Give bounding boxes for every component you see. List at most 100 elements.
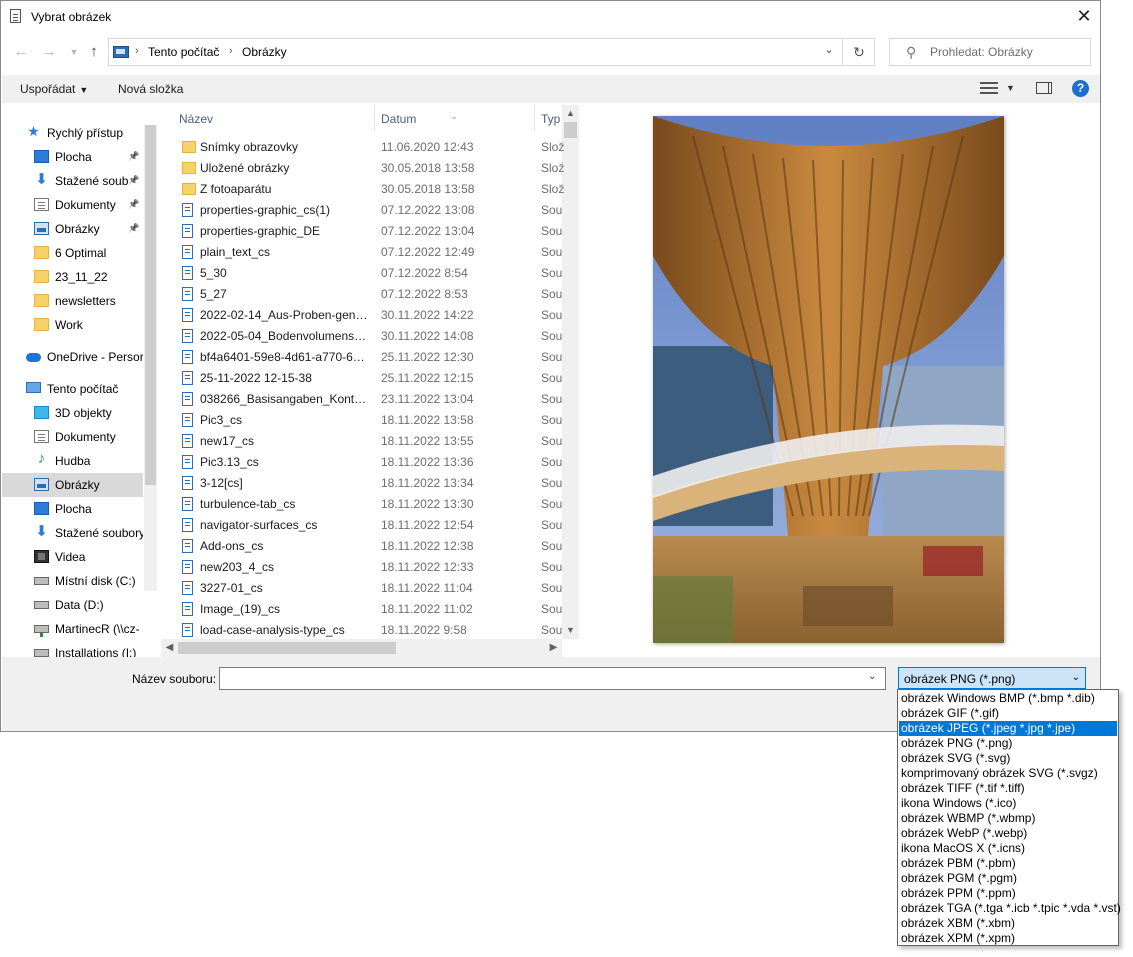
- file-row[interactable]: 3227-01_cs 18.11.2022 11:04 Sou: [179, 577, 565, 598]
- nav-item[interactable]: Work: [2, 313, 143, 337]
- nav-item[interactable]: Data (D:): [2, 593, 143, 617]
- filetype-option[interactable]: obrázek PBM (*.pbm): [899, 856, 1117, 871]
- filetype-option[interactable]: obrázek TGA (*.tga *.icb *.tpic *.vda *.…: [899, 901, 1121, 916]
- file-row[interactable]: 5_30 07.12.2022 8:54 Sou: [179, 262, 565, 283]
- file-row[interactable]: 5_27 07.12.2022 8:53 Sou: [179, 283, 565, 304]
- new-folder-button[interactable]: Nová složka: [118, 82, 183, 96]
- nav-item[interactable]: 23_11_22: [2, 265, 143, 289]
- column-header-date[interactable]: Datum ⌄: [381, 105, 535, 131]
- chevron-right-icon[interactable]: ›: [135, 45, 139, 57]
- search-input[interactable]: ⚲ Prohledat: Obrázky: [889, 38, 1091, 66]
- filetype-option[interactable]: obrázek XBM (*.xbm): [899, 916, 1117, 931]
- filetype-option[interactable]: obrázek PPM (*.ppm): [899, 886, 1117, 901]
- nav-item[interactable]: newsletters: [2, 289, 143, 313]
- nav-item[interactable]: ⬇ Stažené soub 📌: [2, 169, 143, 193]
- nav-item[interactable]: Obrázky: [2, 473, 143, 497]
- file-row[interactable]: load-case-analysis-type_cs 18.11.2022 9:5…: [179, 619, 565, 640]
- filetype-option[interactable]: obrázek TIFF (*.tif *.tiff): [899, 781, 1117, 796]
- filetype-option[interactable]: obrázek Windows BMP (*.bmp *.dib): [899, 691, 1117, 706]
- file-row[interactable]: 2022-02-14_Aus-Proben-gene... 30.11.2022 …: [179, 304, 565, 325]
- file-row[interactable]: bf4a6401-59e8-4d61-a770-634... 25.11.2022…: [179, 346, 565, 367]
- nav-item[interactable]: Dokumenty 📌: [2, 193, 143, 217]
- scroll-up-icon[interactable]: ▲: [562, 105, 579, 122]
- file-row[interactable]: Pic3_cs 18.11.2022 13:58 Sou: [179, 409, 565, 430]
- file-row[interactable]: properties-graphic_DE 07.12.2022 13:04 Sou: [179, 220, 565, 241]
- file-row[interactable]: plain_text_cs 07.12.2022 12:49 Sou: [179, 241, 565, 262]
- filetype-option[interactable]: komprimovaný obrázek SVG (*.svgz): [899, 766, 1117, 781]
- column-divider[interactable]: [374, 105, 375, 131]
- nav-item-label: Installations (I:): [55, 646, 137, 657]
- back-button[interactable]: ←: [10, 41, 32, 63]
- nav-item[interactable]: Plocha: [2, 497, 143, 521]
- nav-item[interactable]: OneDrive - Persor: [2, 345, 143, 369]
- address-history-button[interactable]: ⌄: [820, 43, 838, 56]
- file-row[interactable]: Pic3.13_cs 18.11.2022 13:36 Sou: [179, 451, 565, 472]
- file-row[interactable]: new17_cs 18.11.2022 13:55 Sou: [179, 430, 565, 451]
- file-type: Sou: [541, 392, 563, 406]
- chevron-right-icon[interactable]: ›: [229, 45, 233, 57]
- folder-row[interactable]: Snímky obrazovky 11.06.2020 12:43 Slož: [179, 136, 565, 157]
- column-header-name[interactable]: Název: [179, 105, 375, 131]
- recent-locations-button[interactable]: ▼: [63, 41, 85, 63]
- help-icon[interactable]: ?: [1072, 80, 1089, 97]
- breadcrumb-this-pc[interactable]: Tento počítač: [148, 45, 219, 59]
- column-header-type[interactable]: Typ: [541, 105, 563, 131]
- filename-input[interactable]: [219, 667, 886, 690]
- filetype-option[interactable]: obrázek WBMP (*.wbmp): [899, 811, 1117, 826]
- filetype-option[interactable]: obrázek SVG (*.svg): [899, 751, 1117, 766]
- filetype-option[interactable]: ikona MacOS X (*.icns): [899, 841, 1117, 856]
- nav-item[interactable]: Místní disk (C:): [2, 569, 143, 593]
- filetype-option[interactable]: obrázek GIF (*.gif): [899, 706, 1117, 721]
- scrollbar-thumb[interactable]: [564, 122, 577, 138]
- address-bar[interactable]: › Tento počítač › Obrázky ⌄ ↻: [108, 38, 875, 66]
- view-options-icon[interactable]: [980, 82, 998, 95]
- chevron-down-icon[interactable]: ⌄: [868, 671, 876, 682]
- folder-row[interactable]: Z fotoaparátu 30.05.2018 13:58 Slož: [179, 178, 565, 199]
- scrollbar-thumb[interactable]: [178, 642, 396, 654]
- scrollbar-thumb[interactable]: [145, 125, 156, 485]
- file-row[interactable]: 25-11-2022 12-15-38 25.11.2022 12:15 Sou: [179, 367, 565, 388]
- nav-item[interactable]: Videa: [2, 545, 143, 569]
- filetype-option[interactable]: obrázek PNG (*.png): [899, 736, 1117, 751]
- folder-row[interactable]: Uložené obrázky 30.05.2018 13:58 Slož: [179, 157, 565, 178]
- filetype-option[interactable]: obrázek WebP (*.webp): [899, 826, 1117, 841]
- file-row[interactable]: 038266_Basisangaben_Kontex... 23.11.2022 …: [179, 388, 565, 409]
- preview-pane-icon[interactable]: [1036, 82, 1052, 94]
- nav-item[interactable]: Plocha 📌: [2, 145, 143, 169]
- file-row[interactable]: 2022-05-04_Bodenvolumensa... 30.11.2022 1…: [179, 325, 565, 346]
- column-divider[interactable]: [534, 105, 535, 131]
- filetype-option[interactable]: ikona Windows (*.ico): [899, 796, 1117, 811]
- nav-item[interactable]: Tento počítač: [2, 377, 143, 401]
- file-row[interactable]: 3-12[cs] 18.11.2022 13:34 Sou: [179, 472, 565, 493]
- filetype-select[interactable]: obrázek PNG (*.png) ⌄: [898, 667, 1086, 689]
- scroll-left-icon[interactable]: ◀: [161, 639, 178, 657]
- nav-item[interactable]: ⬇ Stažené soubory: [2, 521, 143, 545]
- caret-down-icon[interactable]: ▼: [1006, 83, 1015, 93]
- organize-button[interactable]: Uspořádat ▼: [20, 82, 88, 96]
- nav-item[interactable]: 3D objekty: [2, 401, 143, 425]
- scroll-right-icon[interactable]: ▶: [545, 639, 562, 657]
- navigation-scrollbar[interactable]: [144, 125, 157, 591]
- file-row[interactable]: turbulence-tab_cs 18.11.2022 13:30 Sou: [179, 493, 565, 514]
- nav-item[interactable]: Dokumenty: [2, 425, 143, 449]
- file-row[interactable]: navigator-surfaces_cs 18.11.2022 12:54 Sou: [179, 514, 565, 535]
- close-button[interactable]: ✕: [1068, 1, 1100, 32]
- nav-item[interactable]: Installations (I:): [2, 641, 143, 657]
- breadcrumb-pictures[interactable]: Obrázky: [242, 45, 287, 59]
- file-row[interactable]: Add-ons_cs 18.11.2022 12:38 Sou: [179, 535, 565, 556]
- filetype-option[interactable]: obrázek XPM (*.xpm): [899, 931, 1117, 946]
- file-row[interactable]: Image_(19)_cs 18.11.2022 11:02 Sou: [179, 598, 565, 619]
- file-row[interactable]: new203_4_cs 18.11.2022 12:33 Sou: [179, 556, 565, 577]
- nav-item[interactable]: ♪ Hudba: [2, 449, 143, 473]
- file-list-horizontal-scrollbar[interactable]: ◀ ▶: [161, 639, 562, 657]
- nav-item[interactable]: ★ Rychlý přístup: [2, 121, 143, 145]
- filetype-option[interactable]: obrázek PGM (*.pgm): [899, 871, 1117, 886]
- filetype-option[interactable]: obrázek JPEG (*.jpeg *.jpg *.jpe): [899, 721, 1117, 736]
- nav-item[interactable]: 6 Optimal: [2, 241, 143, 265]
- nav-item[interactable]: MartinecR (\\cz-: [2, 617, 143, 641]
- nav-item[interactable]: Obrázky 📌: [2, 217, 143, 241]
- refresh-button[interactable]: ↻: [842, 39, 875, 65]
- file-row[interactable]: properties-graphic_cs(1) 07.12.2022 13:08…: [179, 199, 565, 220]
- forward-button[interactable]: →: [38, 41, 60, 63]
- up-button[interactable]: ↑: [83, 41, 105, 63]
